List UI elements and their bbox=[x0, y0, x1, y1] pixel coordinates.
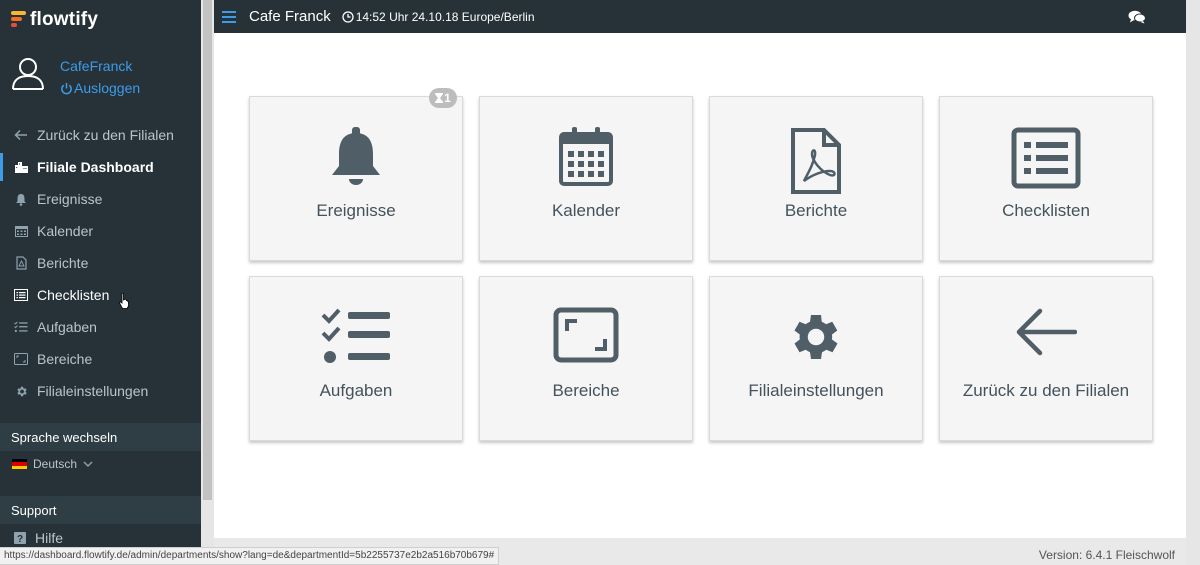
browser-status-url: https://dashboard.flowtify.de/admin/depa… bbox=[0, 547, 500, 565]
tile-aufgaben[interactable]: Aufgaben bbox=[249, 276, 463, 441]
sidebar: flowtify CafeFranck Ausloggen Zurück zu … bbox=[0, 0, 201, 565]
brand-logo[interactable]: flowtify bbox=[11, 9, 98, 31]
topbar: Cafe Franck 14:52 Uhr 24.10.18 Europe/Be… bbox=[214, 0, 1186, 33]
hourglass-icon bbox=[435, 93, 444, 103]
tile-label: Bereiche bbox=[552, 381, 620, 400]
clock-icon bbox=[342, 10, 354, 23]
power-icon bbox=[61, 82, 72, 94]
area-icon bbox=[553, 307, 619, 363]
sidebar-item-bereiche[interactable]: Bereiche bbox=[0, 343, 201, 375]
help-label: Hilfe bbox=[35, 530, 64, 546]
tile-kalender[interactable]: Kalender bbox=[479, 96, 693, 261]
arrow-left-icon bbox=[14, 128, 28, 142]
sidebar-item-ereignisse[interactable]: Ereignisse bbox=[0, 183, 201, 215]
logout-link[interactable]: Ausloggen bbox=[60, 80, 140, 96]
tile-label: Aufgaben bbox=[319, 381, 393, 400]
tile-filialeinstellungen[interactable]: Filialeinstellungen bbox=[709, 276, 923, 441]
tile-label: Kalender bbox=[551, 201, 621, 220]
event-count-badge: 1 bbox=[429, 88, 457, 108]
tasks-icon bbox=[321, 308, 390, 363]
hand-cursor-icon bbox=[119, 293, 129, 309]
sidebar-scrollbar[interactable] bbox=[201, 0, 214, 565]
flowtify-logo-icon bbox=[11, 10, 26, 30]
language-selected-label: Deutsch bbox=[33, 457, 78, 471]
building-icon bbox=[14, 160, 28, 174]
sidebar-item-label: Berichte bbox=[37, 255, 89, 271]
pdf-file-icon bbox=[14, 256, 28, 270]
brand-name: flowtify bbox=[30, 9, 99, 30]
page-title: Cafe Franck bbox=[249, 8, 331, 25]
user-avatar-icon bbox=[12, 58, 44, 90]
calendar-icon bbox=[14, 224, 28, 238]
area-icon bbox=[14, 352, 28, 366]
tile-label: Zurück zu den Filialen bbox=[962, 381, 1130, 400]
svg-text:?: ? bbox=[17, 534, 23, 544]
chevron-down-icon bbox=[83, 461, 93, 467]
tile-label: Ereignisse bbox=[316, 201, 396, 220]
tile-label: Filialeinstellungen bbox=[748, 381, 884, 400]
help-link[interactable]: ? Hilfe bbox=[14, 530, 63, 546]
gear-icon bbox=[794, 315, 838, 359]
user-panel: CafeFranck Ausloggen bbox=[10, 55, 140, 96]
support-section-header: Support bbox=[0, 496, 201, 524]
sidebar-item-label: Ereignisse bbox=[37, 191, 103, 207]
sidebar-item-filialeinstellungen[interactable]: Filialeinstellungen bbox=[0, 375, 201, 407]
sidebar-scrollbar-thumb[interactable] bbox=[203, 0, 212, 500]
clock-text: 14:52 Uhr 24.10.18 Europe/Berlin bbox=[355, 9, 535, 24]
dashboard-tile-grid: 1 Ereignisse Kalender Berichte Checklist… bbox=[249, 88, 1153, 441]
sidebar-item-label: Filiale Dashboard bbox=[37, 159, 154, 175]
bell-icon bbox=[332, 127, 380, 185]
help-icon: ? bbox=[14, 532, 26, 544]
language-section-header: Sprache wechseln bbox=[0, 423, 201, 451]
tile-label: Checklisten bbox=[1002, 201, 1090, 220]
version-label: Version: 6.4.1 Fleischwolf bbox=[1038, 548, 1175, 562]
sidebar-item-label: Filialeinstellungen bbox=[37, 383, 149, 399]
tasks-icon bbox=[14, 320, 28, 334]
sidebar-item-back[interactable]: Zurück zu den Filialen bbox=[0, 119, 201, 151]
gear-icon bbox=[14, 384, 28, 398]
sidebar-item-label: Bereiche bbox=[37, 351, 93, 367]
tile-label: Berichte bbox=[784, 201, 848, 220]
calendar-icon bbox=[559, 127, 613, 186]
tile-ereignisse[interactable]: 1 Ereignisse bbox=[249, 88, 463, 261]
hamburger-menu-icon[interactable] bbox=[222, 10, 236, 23]
bell-icon bbox=[14, 192, 28, 206]
main-scrollbar[interactable] bbox=[1186, 0, 1200, 565]
sidebar-item-aufgaben[interactable]: Aufgaben bbox=[0, 311, 201, 343]
sidebar-item-checklisten[interactable]: Checklisten bbox=[0, 279, 201, 311]
sidebar-item-label: Kalender bbox=[37, 223, 94, 239]
sidebar-item-kalender[interactable]: Kalender bbox=[0, 215, 201, 247]
logout-label: Ausloggen bbox=[74, 80, 141, 96]
user-name-link[interactable]: CafeFranck bbox=[60, 58, 140, 74]
sidebar-item-label: Zurück zu den Filialen bbox=[37, 127, 174, 143]
sidebar-item-dashboard[interactable]: Filiale Dashboard bbox=[0, 151, 201, 183]
language-select[interactable]: Deutsch bbox=[12, 457, 93, 471]
sidebar-nav: Zurück zu den Filialen Filiale Dashboard… bbox=[0, 119, 201, 407]
clock-display: 14:52 Uhr 24.10.18 Europe/Berlin bbox=[342, 10, 535, 24]
list-icon bbox=[14, 288, 28, 302]
tile-bereiche[interactable]: Bereiche bbox=[479, 276, 693, 441]
pdf-file-icon bbox=[791, 128, 841, 194]
dashboard-content: 1 Ereignisse Kalender Berichte Checklist… bbox=[214, 33, 1186, 538]
sidebar-item-label: Aufgaben bbox=[37, 319, 97, 335]
sidebar-item-berichte[interactable]: Berichte bbox=[0, 247, 201, 279]
tile-back-to-filialen[interactable]: Zurück zu den Filialen bbox=[939, 276, 1153, 441]
german-flag-icon bbox=[12, 459, 27, 469]
chat-icon[interactable] bbox=[1128, 10, 1146, 24]
badge-count: 1 bbox=[444, 91, 451, 105]
sidebar-item-label: Checklisten bbox=[37, 287, 110, 303]
list-icon bbox=[1011, 127, 1081, 189]
tile-checklisten[interactable]: Checklisten bbox=[939, 96, 1153, 261]
arrow-left-icon bbox=[1016, 308, 1077, 356]
tile-berichte[interactable]: Berichte bbox=[709, 96, 923, 261]
